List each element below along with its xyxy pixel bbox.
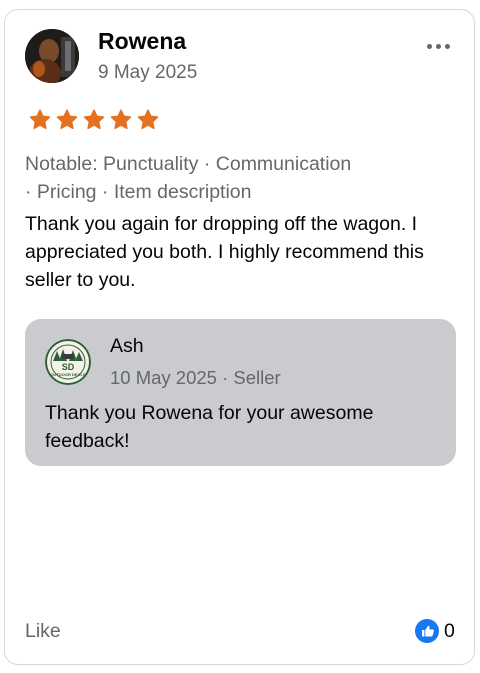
notable-tags: Notable: Punctuality · Communication · P… xyxy=(25,150,445,206)
star-icon xyxy=(56,109,78,130)
like-button[interactable]: Like xyxy=(25,620,61,643)
seller-logo[interactable]: SD OUTDOOR DEALS xyxy=(45,339,91,385)
review-text: Thank you again for dropping off the wag… xyxy=(25,213,424,291)
review-card: Rowena 9 May 2025 Notable: Punctuality ·… xyxy=(4,9,475,665)
seller-logo-text: SD xyxy=(62,362,75,372)
star-icon xyxy=(83,109,105,130)
seller-reply-meta: 10 May 2025 · Seller xyxy=(110,367,281,388)
notable-tags-line: Notable: Punctuality · Communication xyxy=(25,153,352,175)
star-icon xyxy=(137,109,159,130)
reaction-summary[interactable]: 0 xyxy=(415,619,455,643)
thumbs-up-icon xyxy=(415,619,439,643)
reviewer-name[interactable]: Rowena xyxy=(98,28,186,55)
notable-tags-line: · Pricing · Item description xyxy=(25,181,252,203)
star-icon xyxy=(110,109,132,130)
seller-reply: SD OUTDOOR DEALS Ash 10 May 2025 · Selle… xyxy=(25,319,456,466)
reviewer-avatar[interactable] xyxy=(25,29,79,83)
review-date: 9 May 2025 xyxy=(98,62,198,83)
seller-logo-subtext: OUTDOOR DEALS xyxy=(50,372,85,377)
seller-reply-text: Thank you Rowena for your awesome feedba… xyxy=(45,402,374,452)
star-icon xyxy=(29,109,51,130)
like-count: 0 xyxy=(444,619,455,642)
seller-name[interactable]: Ash xyxy=(110,335,144,358)
more-options-icon[interactable] xyxy=(421,34,455,58)
star-rating xyxy=(27,108,161,132)
